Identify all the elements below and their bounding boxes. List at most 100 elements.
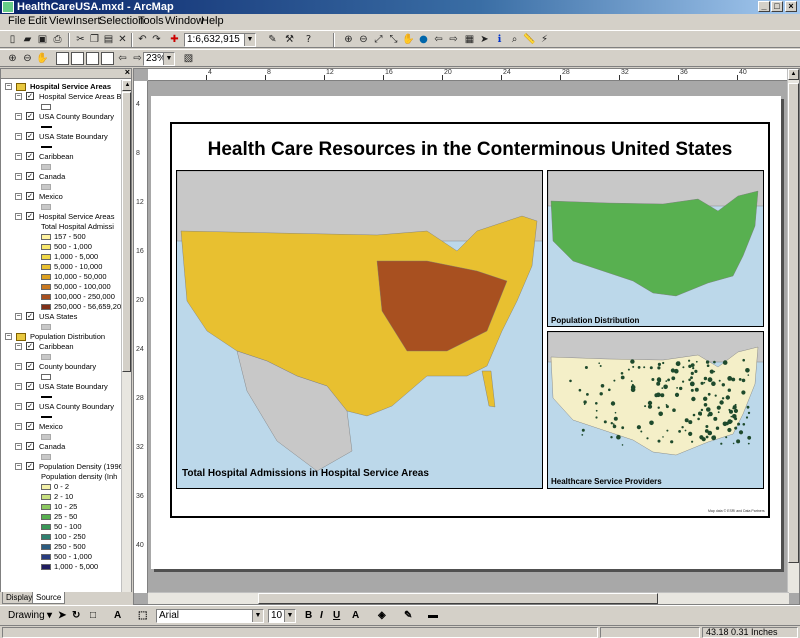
layer-name[interactable]: Caribbean [39, 342, 74, 352]
toc-scroll-thumb[interactable] [122, 92, 131, 372]
expand-toggle[interactable]: − [5, 333, 12, 340]
layer-name[interactable]: Canada [39, 442, 65, 452]
layer-checkbox[interactable]: ✓ [26, 112, 34, 120]
layer-name[interactable]: Population Density (1996) [39, 462, 125, 472]
data-frame-name[interactable]: Population Distribution [30, 332, 105, 342]
legend-swatch[interactable] [41, 264, 51, 270]
layer-name[interactable]: USA States [39, 312, 77, 322]
legend-swatch[interactable] [41, 274, 51, 280]
line-symbol[interactable] [41, 126, 52, 128]
data-frame-name[interactable]: Hospital Service Areas [30, 82, 111, 92]
expand-toggle[interactable]: − [15, 383, 22, 390]
main-data-frame[interactable]: Total Hospital Admissions in Hospital Se… [176, 170, 543, 489]
layer-checkbox[interactable]: ✓ [26, 462, 34, 470]
legend-swatch[interactable] [41, 244, 51, 250]
horizontal-scroll-thumb[interactable] [258, 593, 658, 604]
back-extent-icon[interactable]: ⇦ [432, 33, 445, 46]
layout-fixed-zoom-out-icon[interactable] [101, 52, 114, 65]
add-data-icon[interactable]: ✚ [168, 33, 181, 46]
layer-checkbox[interactable]: ✓ [26, 92, 34, 100]
population-data-frame[interactable]: Population Distribution [547, 170, 764, 327]
layout-pan-icon[interactable]: ✋ [36, 52, 49, 65]
line-color-icon[interactable]: ✎ [404, 610, 412, 621]
expand-toggle[interactable]: − [15, 403, 22, 410]
maximize-button[interactable]: □ [771, 1, 783, 12]
select-elements-icon[interactable]: ➤ [478, 33, 491, 46]
providers-data-frame[interactable]: Healthcare Service Providers [547, 331, 764, 489]
layer-checkbox[interactable]: ✓ [26, 342, 34, 350]
expand-toggle[interactable]: − [15, 193, 22, 200]
select-elements-icon[interactable]: ➤ [58, 610, 66, 621]
layer-checkbox[interactable]: ✓ [26, 132, 34, 140]
rectangle-icon[interactable]: □ [90, 610, 96, 621]
layer-name[interactable]: USA County Boundary [39, 402, 114, 412]
legend-swatch[interactable] [41, 254, 51, 260]
legend-swatch[interactable] [41, 534, 51, 540]
layer-checkbox[interactable]: ✓ [26, 312, 34, 320]
expand-toggle[interactable]: − [15, 423, 22, 430]
fixed-zoom-out-icon[interactable]: ⤡ [387, 33, 400, 46]
close-button[interactable]: × [785, 1, 797, 12]
font-combo[interactable]: Arial ▼ [156, 609, 264, 623]
zoom-out-icon[interactable]: ⊖ [357, 33, 370, 46]
print-icon[interactable]: ⎙ [51, 33, 64, 46]
toc-scrollbar[interactable]: ▲ [121, 80, 131, 593]
legend-swatch[interactable] [41, 554, 51, 560]
layer-name[interactable]: USA State Boundary [39, 132, 108, 142]
expand-toggle[interactable]: − [15, 343, 22, 350]
map-title[interactable]: Health Care Resources in the Conterminou… [170, 139, 770, 161]
expand-toggle[interactable]: − [15, 213, 22, 220]
full-extent-icon[interactable]: ● [417, 33, 430, 46]
legend-swatch[interactable] [41, 234, 51, 240]
layer-checkbox[interactable]: ✓ [26, 192, 34, 200]
scroll-up-icon[interactable]: ▲ [122, 80, 131, 91]
layer-checkbox[interactable]: ✓ [26, 152, 34, 160]
pan-icon[interactable]: ✋ [402, 33, 415, 46]
legend-swatch[interactable] [41, 484, 51, 490]
legend-swatch[interactable] [41, 304, 51, 310]
delete-icon[interactable]: ✕ [116, 33, 129, 46]
editor-toolbar-icon[interactable]: ✎ [266, 33, 279, 46]
font-size-combo[interactable]: 10 ▼ [268, 609, 296, 623]
menu-help[interactable]: Help [201, 15, 224, 28]
menu-window[interactable]: Window [165, 15, 204, 28]
legend-swatch[interactable] [41, 284, 51, 290]
fill-color-icon[interactable]: ◈ [378, 610, 386, 621]
map-scale-combo[interactable]: 1:6,632,915 ▼ [184, 33, 256, 47]
menu-edit[interactable]: Edit [28, 15, 47, 28]
scroll-up-icon[interactable]: ▲ [788, 69, 799, 80]
tab-source[interactable]: Source [32, 592, 66, 604]
legend-swatch[interactable] [41, 564, 51, 570]
layer-name[interactable]: Mexico [39, 422, 63, 432]
layer-checkbox[interactable]: ✓ [26, 382, 34, 390]
horizontal-scrollbar[interactable] [148, 592, 789, 604]
bold-button[interactable]: B [305, 610, 312, 621]
line-symbol[interactable] [41, 146, 52, 148]
open-icon[interactable]: ▰ [21, 33, 34, 46]
layer-name[interactable]: USA County Boundary [39, 112, 114, 122]
undo-icon[interactable]: ↶ [136, 33, 149, 46]
layout-zoom-out-icon[interactable]: ⊖ [21, 52, 34, 65]
outline-symbol[interactable] [41, 104, 51, 110]
zoom-in-icon[interactable]: ⊕ [342, 33, 355, 46]
vertical-scrollbar[interactable]: ▲ [787, 69, 799, 593]
expand-toggle[interactable]: − [5, 83, 12, 90]
outline-symbol[interactable] [41, 374, 51, 380]
close-icon[interactable]: × [125, 69, 130, 77]
underline-button[interactable]: U [333, 610, 340, 621]
layer-checkbox[interactable]: ✓ [26, 442, 34, 450]
copy-icon[interactable]: ❐ [88, 33, 101, 46]
fill-symbol[interactable] [41, 164, 51, 170]
save-icon[interactable]: ▣ [36, 33, 49, 46]
forward-extent-icon[interactable]: ⇨ [447, 33, 460, 46]
fill-symbol[interactable] [41, 184, 51, 190]
layer-name[interactable]: Canada [39, 172, 65, 182]
vertical-scroll-thumb[interactable] [788, 83, 799, 563]
select-features-icon[interactable]: ▦ [463, 33, 476, 46]
find-icon[interactable]: ⌕ [508, 33, 521, 46]
zoom-whole-page-icon[interactable] [56, 52, 69, 65]
expand-toggle[interactable]: − [15, 173, 22, 180]
legend-swatch[interactable] [41, 294, 51, 300]
legend-swatch[interactable] [41, 504, 51, 510]
fixed-zoom-in-icon[interactable]: ⤢ [372, 33, 385, 46]
